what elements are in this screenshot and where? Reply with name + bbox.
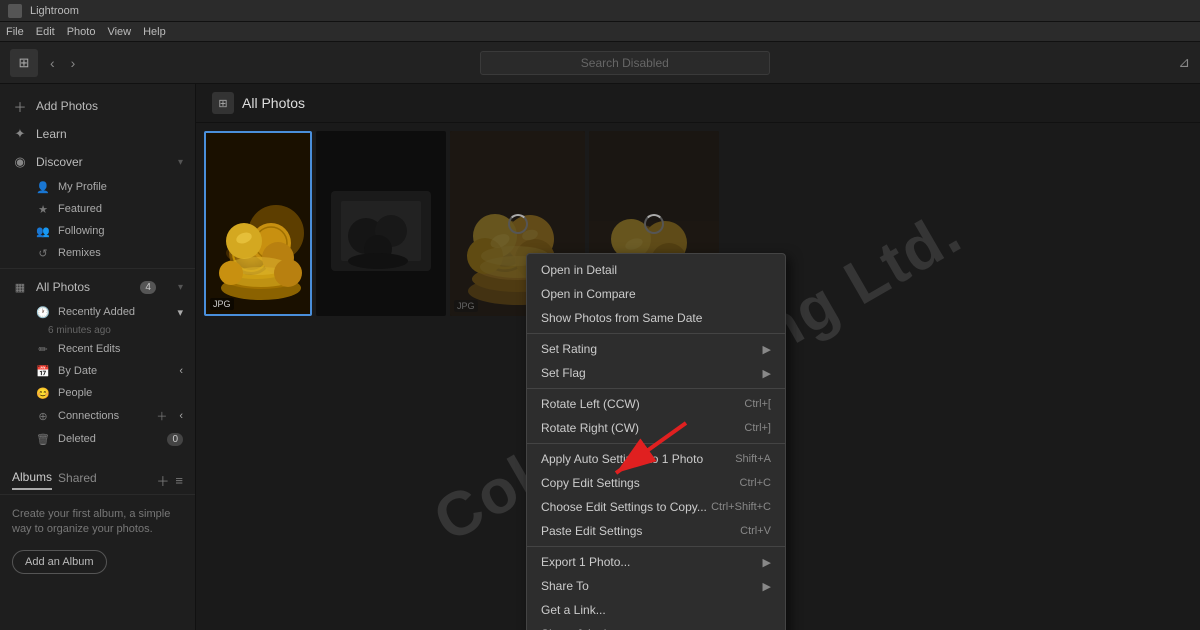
back-button[interactable]: ‹ bbox=[46, 53, 59, 73]
sidebar-by-date[interactable]: 📅 By Date ‹ bbox=[0, 360, 195, 382]
recently-added-icon: 🕐 bbox=[36, 305, 50, 319]
ctx-choose-edit[interactable]: Choose Edit Settings to Copy... Ctrl+Shi… bbox=[527, 495, 785, 519]
ctx-get-link[interactable]: Get a Link... bbox=[527, 598, 785, 622]
menu-file[interactable]: File bbox=[6, 26, 24, 38]
ctx-export-arrow: ▶ bbox=[763, 556, 771, 569]
content-area: ⊞ All Photos bbox=[196, 84, 1200, 630]
sidebar-item-profile[interactable]: 👤 My Profile bbox=[0, 176, 195, 198]
ctx-share-arrow: ▶ bbox=[763, 580, 771, 593]
connections-chevron: ‹ bbox=[179, 410, 183, 422]
context-menu: Open in Detail Open in Compare Show Phot… bbox=[526, 253, 786, 630]
sidebar-item-remixes[interactable]: ↺ Remixes bbox=[0, 242, 195, 264]
ctx-share-invite[interactable]: Share & Invite... bbox=[527, 622, 785, 630]
sidebar: ＋ Add Photos ✦ Learn ◉ Discover ▾ 👤 My P… bbox=[0, 84, 196, 630]
grid-view-button[interactable]: ⊞ bbox=[10, 49, 38, 77]
following-icon: 👥 bbox=[36, 224, 50, 238]
filter-icon[interactable]: ⊿ bbox=[1178, 54, 1190, 71]
sidebar-deleted[interactable]: 🗑 Deleted 0 bbox=[0, 428, 195, 450]
ctx-share-to[interactable]: Share To ▶ bbox=[527, 574, 785, 598]
ctx-copy-edit[interactable]: Copy Edit Settings Ctrl+C bbox=[527, 471, 785, 495]
content-title: All Photos bbox=[242, 95, 305, 111]
connections-icon: ⊕ bbox=[36, 409, 50, 423]
sidebar-item-featured[interactable]: ★ Featured bbox=[0, 198, 195, 220]
add-photos-button[interactable]: ＋ Add Photos bbox=[0, 92, 195, 120]
sidebar-item-following[interactable]: 👥 Following bbox=[0, 220, 195, 242]
sidebar-recent-edits[interactable]: ✏ Recent Edits bbox=[0, 338, 195, 360]
app-title: Lightroom bbox=[30, 5, 79, 17]
ctx-sep-1 bbox=[527, 333, 785, 334]
recently-added-chevron: ▾ bbox=[177, 306, 183, 319]
by-date-chevron: ‹ bbox=[179, 365, 183, 377]
top-toolbar: ⊞ ‹ › Search Disabled ⊿ bbox=[0, 42, 1200, 84]
add-album-icon[interactable]: ＋ bbox=[156, 471, 169, 490]
ctx-set-flag[interactable]: Set Flag ▶ bbox=[527, 361, 785, 385]
learn-icon: ✦ bbox=[12, 126, 28, 142]
all-photos-icon: ▦ bbox=[12, 279, 28, 295]
ctx-paste-edit[interactable]: Paste Edit Settings Ctrl+V bbox=[527, 519, 785, 543]
menu-bar: File Edit Photo View Help bbox=[0, 22, 1200, 42]
content-grid-icon: ⊞ bbox=[212, 92, 234, 114]
ctx-rating-arrow: ▶ bbox=[763, 343, 771, 356]
ctx-open-detail[interactable]: Open in Detail bbox=[527, 258, 785, 282]
album-create-msg: Create your first album, a simple way to… bbox=[0, 499, 195, 546]
plus-icon: ＋ bbox=[12, 98, 28, 114]
sidebar-item-learn[interactable]: ✦ Learn bbox=[0, 120, 195, 148]
menu-view[interactable]: View bbox=[107, 26, 131, 38]
time-ago-label: 6 minutes ago bbox=[0, 323, 195, 338]
ctx-sep-2 bbox=[527, 388, 785, 389]
loading-spinner-4 bbox=[644, 214, 664, 234]
add-album-button[interactable]: Add an Album bbox=[12, 550, 107, 574]
tab-shared[interactable]: Shared bbox=[58, 471, 97, 489]
content-header: ⊞ All Photos bbox=[196, 84, 1200, 123]
discover-chevron: ▾ bbox=[178, 157, 183, 168]
by-date-icon: 📅 bbox=[36, 364, 50, 378]
forward-button[interactable]: › bbox=[67, 53, 80, 73]
sidebar-item-discover[interactable]: ◉ Discover ▾ bbox=[0, 148, 195, 176]
people-icon: 😊 bbox=[36, 386, 50, 400]
photo-grid: JPG bbox=[196, 123, 1200, 630]
all-photos-count: 4 bbox=[140, 281, 156, 294]
discover-icon: ◉ bbox=[12, 154, 28, 170]
search-input[interactable]: Search Disabled bbox=[480, 51, 770, 75]
ctx-export[interactable]: Export 1 Photo... ▶ bbox=[527, 550, 785, 574]
loading-spinner-3 bbox=[508, 214, 528, 234]
ctx-rotate-right[interactable]: Rotate Right (CW) Ctrl+] bbox=[527, 416, 785, 440]
menu-photo[interactable]: Photo bbox=[67, 26, 96, 38]
ctx-sep-3 bbox=[527, 443, 785, 444]
ctx-set-rating[interactable]: Set Rating ▶ bbox=[527, 337, 785, 361]
all-photos-chevron: ▾ bbox=[178, 282, 183, 293]
profile-icon: 👤 bbox=[36, 180, 50, 194]
photo-label-1: JPG bbox=[210, 298, 234, 310]
ctx-flag-arrow: ▶ bbox=[763, 367, 771, 380]
recent-edits-icon: ✏ bbox=[36, 342, 50, 356]
featured-icon: ★ bbox=[36, 202, 50, 216]
search-bar: Search Disabled bbox=[87, 51, 1162, 75]
main-layout: ＋ Add Photos ✦ Learn ◉ Discover ▾ 👤 My P… bbox=[0, 84, 1200, 630]
photo-thumb-1[interactable]: JPG bbox=[204, 131, 312, 316]
photo-thumb-2[interactable] bbox=[316, 131, 446, 316]
ctx-rotate-left[interactable]: Rotate Left (CCW) Ctrl+[ bbox=[527, 392, 785, 416]
remixes-icon: ↺ bbox=[36, 246, 50, 260]
ctx-show-same-date[interactable]: Show Photos from Same Date bbox=[527, 306, 785, 330]
album-list-icon[interactable]: ≡ bbox=[175, 473, 183, 488]
menu-edit[interactable]: Edit bbox=[36, 26, 55, 38]
deleted-count: 0 bbox=[167, 433, 183, 446]
app-icon bbox=[8, 4, 22, 18]
ctx-open-compare[interactable]: Open in Compare bbox=[527, 282, 785, 306]
sidebar-recently-added[interactable]: 🕐 Recently Added ▾ bbox=[0, 301, 195, 323]
ctx-sep-4 bbox=[527, 546, 785, 547]
ctx-auto-settings[interactable]: Apply Auto Settings to 1 Photo Shift+A bbox=[527, 447, 785, 471]
menu-help[interactable]: Help bbox=[143, 26, 166, 38]
sidebar-all-photos[interactable]: ▦ All Photos 4 ▾ bbox=[0, 273, 195, 301]
title-bar: Lightroom bbox=[0, 0, 1200, 22]
deleted-icon: 🗑 bbox=[36, 432, 50, 446]
sidebar-people[interactable]: 😊 People bbox=[0, 382, 195, 404]
sidebar-connections[interactable]: ⊕ Connections ＋ ‹ bbox=[0, 404, 195, 428]
tab-albums[interactable]: Albums bbox=[12, 470, 52, 490]
